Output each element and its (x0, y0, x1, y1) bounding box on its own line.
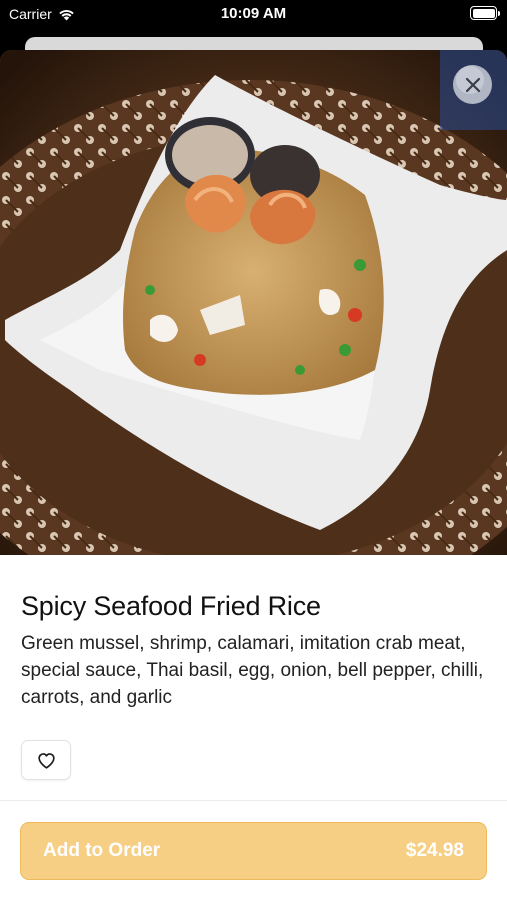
close-button[interactable] (453, 65, 492, 104)
add-to-order-label: Add to Order (43, 840, 161, 861)
status-bar: Carrier 10:09 AM (0, 0, 507, 30)
divider (0, 800, 507, 801)
item-detail-sheet: Spicy Seafood Fried Rice Green mussel, s… (0, 50, 507, 900)
battery-fill (472, 8, 495, 18)
food-photo (0, 50, 507, 555)
item-details: Spicy Seafood Fried Rice Green mussel, s… (0, 555, 507, 711)
battery-icon (470, 6, 500, 20)
heart-icon (37, 752, 55, 769)
add-to-order-button[interactable]: Add to Order $24.98 (20, 822, 487, 880)
close-icon (465, 77, 480, 92)
screen: Carrier 10:09 AM Spicy Seafood Fried Ric… (0, 0, 507, 900)
item-image (0, 50, 507, 555)
status-time: 10:09 AM (220, 5, 287, 22)
item-price: $24.98 (405, 840, 464, 861)
item-title: Spicy Seafood Fried Rice (21, 591, 321, 621)
favorite-button[interactable] (21, 740, 71, 780)
item-description: Green mussel, shrimp, calamari, imitatio… (21, 633, 484, 708)
